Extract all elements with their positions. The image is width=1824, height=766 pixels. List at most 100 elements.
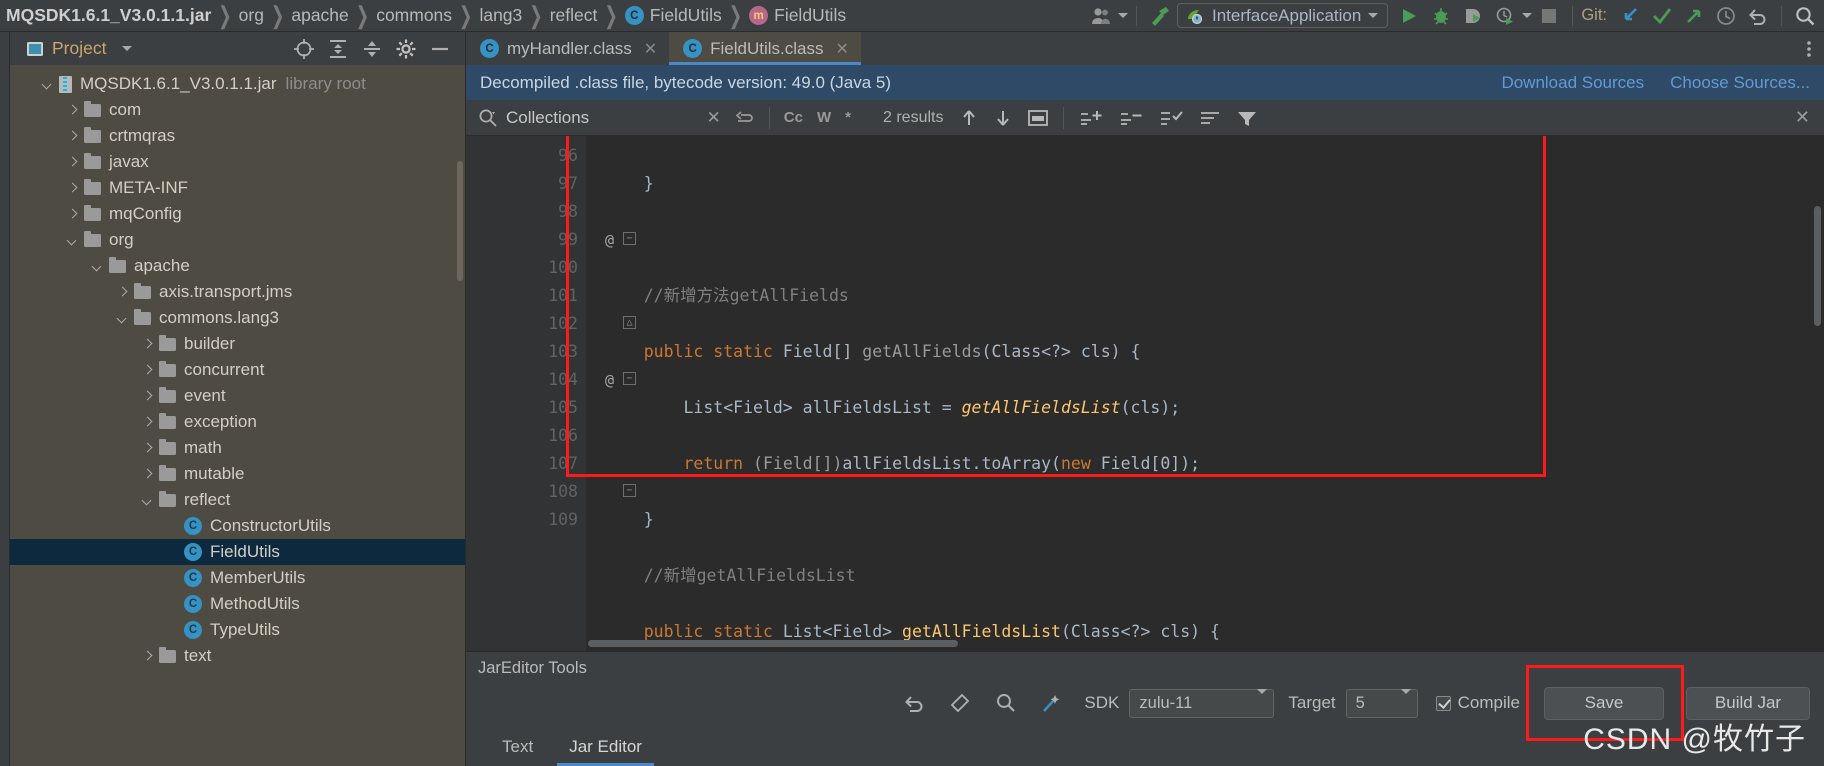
expand-all-icon[interactable] [327,38,349,60]
whole-words-option[interactable]: W [817,109,831,126]
tree-twisty-icon[interactable] [140,467,155,482]
search-icon[interactable] [994,692,1018,714]
tab-fieldutils-class[interactable]: C FieldUtils.class ✕ [669,32,861,65]
tree-twisty-icon[interactable] [65,129,80,144]
breadcrumb-item-reflect[interactable]: reflect [543,5,605,26]
tree-item[interactable]: com [10,97,465,123]
checkbox-icon[interactable] [1435,695,1451,711]
tree-item[interactable]: commons.lang3 [10,305,465,331]
tree-twisty-icon[interactable] [65,103,80,118]
run-icon[interactable] [1394,3,1424,29]
close-findbar-icon[interactable]: ✕ [1795,107,1824,128]
close-icon[interactable]: ✕ [835,39,848,59]
find-previous-icon[interactable] [959,108,979,128]
clear-search-icon[interactable]: ✕ [707,108,721,128]
tree-twisty-icon[interactable] [90,259,105,274]
tree-item[interactable]: C FieldUtils [10,539,465,565]
tree-twisty-icon[interactable] [140,441,155,456]
tree-twisty-icon[interactable] [140,493,155,508]
tree-item[interactable]: axis.transport.jms [10,279,465,305]
search-history-icon[interactable] [735,109,755,127]
tree-item[interactable]: math [10,435,465,461]
sdk-select[interactable]: zulu-11 [1129,688,1275,718]
search-icon[interactable] [478,108,498,128]
tree-item[interactable]: apache [10,253,465,279]
tree-twisty-icon[interactable] [140,415,155,430]
select-occurrences-icon[interactable] [1158,108,1184,128]
tree-item[interactable]: C MethodUtils [10,591,465,617]
tree-item[interactable]: reflect [10,487,465,513]
profiler-icon[interactable] [1490,3,1520,29]
tree-item[interactable]: C ConstructorUtils [10,513,465,539]
code-content[interactable]: } //新增方法getAllFields public static Field… [586,136,1824,651]
git-commit-icon[interactable] [1647,3,1677,29]
locate-icon[interactable] [293,38,315,60]
breadcrumb-item-apache[interactable]: apache [284,5,355,26]
tree-item[interactable]: mutable [10,461,465,487]
tree-item[interactable]: exception [10,409,465,435]
tree-twisty-icon[interactable] [140,649,155,664]
tree-twisty-icon[interactable] [40,77,55,92]
project-dropdown-icon[interactable] [122,46,133,51]
debug-icon[interactable] [1426,3,1456,29]
tree-item[interactable]: org [10,227,465,253]
chevron-down-icon[interactable] [1257,688,1268,712]
tab-jar-editor[interactable]: Jar Editor [551,728,660,766]
download-sources-link[interactable]: Download Sources [1501,73,1644,93]
tree-twisty-icon[interactable] [140,337,155,352]
vertical-scrollbar[interactable] [1814,206,1821,326]
select-all-occurrences-icon[interactable] [1027,108,1049,128]
search-everywhere-icon[interactable] [1790,3,1820,29]
project-tree-scrollbar[interactable] [457,161,463,281]
tree-item[interactable]: C MemberUtils [10,565,465,591]
tree-item[interactable]: META-INF [10,175,465,201]
preserve-case-icon[interactable] [1198,108,1222,128]
tree-twisty-icon[interactable] [65,207,80,222]
tree-item[interactable]: crtmqras [10,123,465,149]
match-case-option[interactable]: Cc [784,109,803,126]
tree-twisty-icon[interactable] [115,311,130,326]
compile-checkbox[interactable]: Compile [1435,693,1520,713]
git-revert-icon[interactable] [1743,3,1773,29]
breadcrumb-item-jar[interactable]: MQSDK1.6.1_V3.0.1.1.jar [4,5,218,26]
horizontal-scrollbar[interactable] [588,640,958,647]
chevron-down-icon[interactable] [1400,688,1411,712]
magic-wand-icon[interactable] [1040,692,1064,714]
tree-item[interactable]: C TypeUtils [10,617,465,643]
tree-item[interactable]: text [10,643,465,669]
tree-item[interactable]: MQSDK1.6.1_V3.0.1.1.jar library root [10,71,465,97]
add-line-icon[interactable] [1078,108,1104,128]
remove-line-icon[interactable] [1118,108,1144,128]
breadcrumb-item-method[interactable]: m FieldUtils [742,5,853,26]
breadcrumb-item-class[interactable]: C FieldUtils [618,5,729,26]
build-hammer-icon[interactable] [1145,3,1175,29]
tree-twisty-icon[interactable] [65,181,80,196]
git-push-icon[interactable] [1679,3,1709,29]
user-group-dropdown-icon[interactable] [1118,13,1128,18]
tab-myhandler-class[interactable]: C myHandler.class ✕ [466,32,669,65]
breadcrumb-item-lang3[interactable]: lang3 [472,5,529,26]
hide-panel-icon[interactable] [429,38,451,60]
tree-item[interactable]: javax [10,149,465,175]
tree-item[interactable]: builder [10,331,465,357]
git-history-icon[interactable] [1711,3,1741,29]
close-icon[interactable]: ✕ [644,39,657,59]
target-select[interactable]: 5 [1345,688,1418,718]
code-editor[interactable]: 96 97 98 99 @ − 100 101 102 △ 103 104 @ − 105 106 107 108… [466,136,1824,651]
tree-item[interactable]: event [10,383,465,409]
profiler-dropdown-icon[interactable] [1522,13,1533,18]
tree-item[interactable]: mqConfig [10,201,465,227]
search-input[interactable]: Collections [506,108,589,128]
undo-icon[interactable] [902,692,926,714]
clean-icon[interactable] [948,692,972,714]
tree-twisty-icon[interactable] [115,285,130,300]
breadcrumb-item-commons[interactable]: commons [369,5,459,26]
choose-sources-link[interactable]: Choose Sources... [1670,73,1810,93]
breadcrumb-item-org[interactable]: org [232,5,271,26]
tab-text[interactable]: Text [484,728,551,766]
find-next-icon[interactable] [993,108,1013,128]
git-update-icon[interactable] [1615,3,1645,29]
project-tree[interactable]: MQSDK1.6.1_V3.0.1.1.jar library root com cr… [10,65,465,766]
run-coverage-icon[interactable] [1458,3,1488,29]
stop-icon[interactable] [1534,3,1564,29]
